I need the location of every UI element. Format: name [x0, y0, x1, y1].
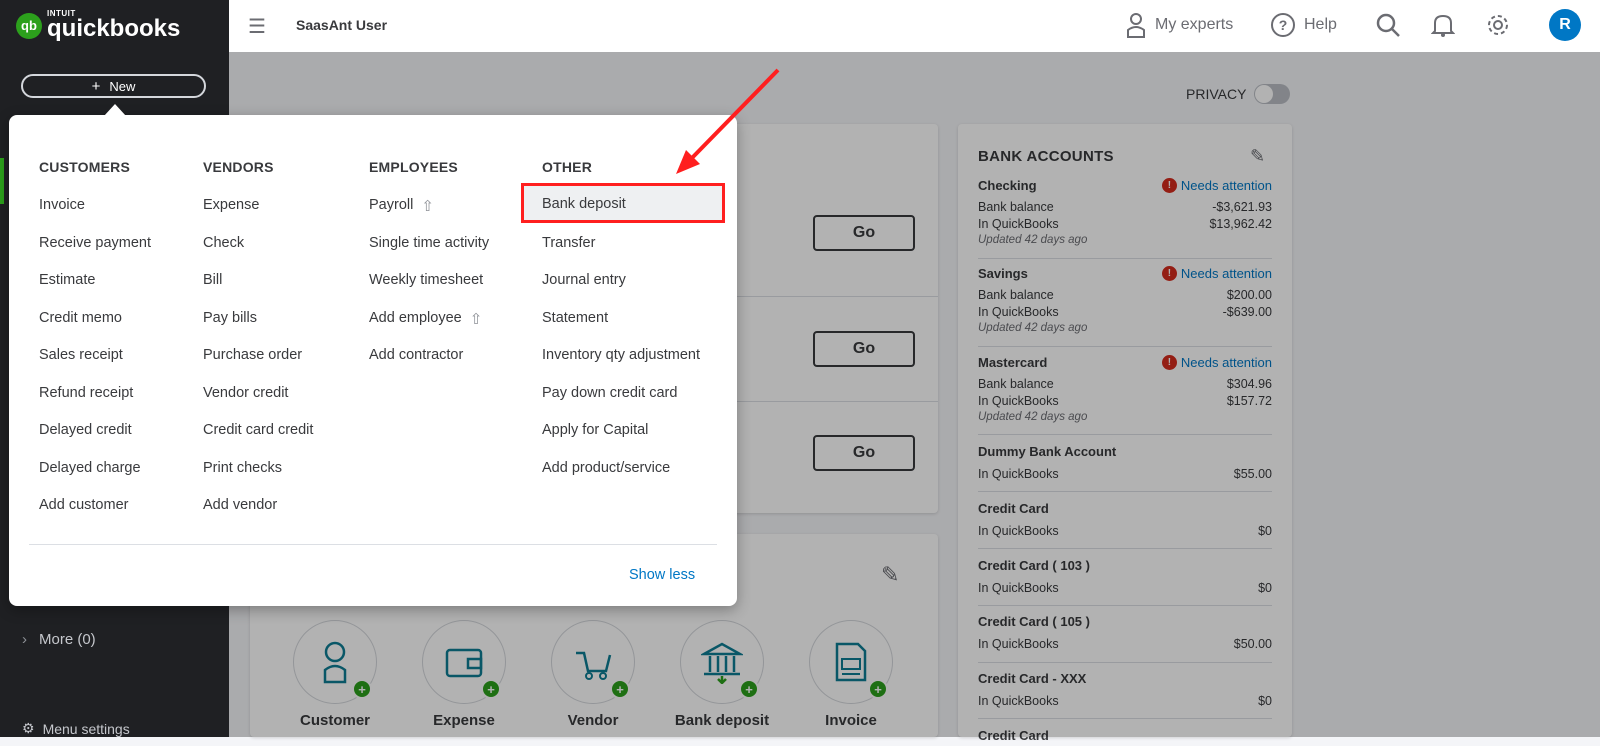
menu-pointer-caret [104, 104, 126, 116]
menu-item-transfer[interactable]: Transfer [542, 235, 700, 273]
menu-item-credit-memo[interactable]: Credit memo [39, 310, 151, 348]
menu-item-journal-entry[interactable]: Journal entry [542, 272, 700, 310]
plus-icon: + [91, 77, 101, 95]
person-icon [1127, 13, 1145, 38]
my-experts-link[interactable]: My experts [1125, 12, 1233, 38]
sidebar-item-menu-settings[interactable]: ⚙ Menu settings [22, 720, 130, 737]
quickbooks-logo[interactable]: qb INTUIT quickbooks [16, 10, 180, 41]
help-button[interactable]: ? Help [1270, 12, 1337, 38]
sidebar-item-more-label: More (0) [39, 631, 96, 648]
column-header: OTHER [542, 159, 592, 175]
menu-item-refund-receipt[interactable]: Refund receipt [39, 385, 151, 423]
menu-item-invoice[interactable]: Invoice [39, 197, 151, 235]
menu-item-add-product-service[interactable]: Add product/service [542, 460, 700, 498]
menu-item-credit-card-credit[interactable]: Credit card credit [203, 422, 313, 460]
settings-button[interactable] [1485, 12, 1511, 38]
column-header: CUSTOMERS [39, 159, 130, 175]
column-header: EMPLOYEES [369, 159, 458, 175]
menu-item-single-time-activity[interactable]: Single time activity [369, 235, 489, 273]
menu-item-delayed-credit[interactable]: Delayed credit [39, 422, 151, 460]
menu-settings-label: Menu settings [42, 720, 130, 737]
show-less-link[interactable]: Show less [629, 567, 695, 583]
bell-icon [1431, 14, 1455, 37]
menu-item-receive-payment[interactable]: Receive payment [39, 235, 151, 273]
chevron-right-icon: › [22, 631, 27, 648]
notifications-button[interactable] [1431, 12, 1455, 38]
menu-column-vendors: VENDORS Expense Check Bill Pay bills Pur… [203, 159, 313, 535]
gear-icon [1488, 15, 1508, 35]
menu-column-employees: EMPLOYEES Payroll ⇧ Single time activity … [369, 159, 489, 385]
gear-icon: ⚙ [22, 720, 35, 736]
menu-item-add-vendor[interactable]: Add vendor [203, 497, 313, 535]
menu-item-expense[interactable]: Expense [203, 197, 313, 235]
help-label: Help [1304, 16, 1337, 33]
menu-column-customers: CUSTOMERS Invoice Receive payment Estima… [39, 159, 151, 535]
menu-item-statement[interactable]: Statement [542, 310, 700, 348]
help-icon: ? [1271, 13, 1295, 37]
menu-item-estimate[interactable]: Estimate [39, 272, 151, 310]
collapse-menu-icon[interactable]: ☰ [248, 14, 266, 39]
menu-item-vendor-credit[interactable]: Vendor credit [203, 385, 313, 423]
menu-item-sales-receipt[interactable]: Sales receipt [39, 347, 151, 385]
menu-item-add-contractor[interactable]: Add contractor [369, 347, 489, 385]
menu-item-pay-bills[interactable]: Pay bills [203, 310, 313, 348]
column-header: VENDORS [203, 159, 274, 175]
menu-item-check[interactable]: Check [203, 235, 313, 273]
menu-divider [29, 544, 717, 545]
search-icon [1376, 13, 1400, 37]
quickbooks-wordmark: quickbooks [47, 15, 181, 42]
my-experts-label: My experts [1155, 16, 1234, 33]
menu-item-print-checks[interactable]: Print checks [203, 460, 313, 498]
avatar[interactable]: R [1549, 9, 1581, 41]
svg-text:?: ? [1279, 17, 1288, 33]
menu-item-purchase-order[interactable]: Purchase order [203, 347, 313, 385]
new-button[interactable]: + New [21, 74, 206, 98]
qb-logo-icon: qb [16, 12, 42, 39]
top-bar: ☰ SaasAnt User My experts ? Help R [229, 0, 1600, 52]
menu-item-inventory-qty-adjustment[interactable]: Inventory qty adjustment [542, 347, 700, 385]
upgrade-arrow-icon: ⇧ [421, 198, 434, 215]
menu-item-pay-down-credit-card[interactable]: Pay down credit card [542, 385, 700, 423]
menu-item-bill[interactable]: Bill [203, 272, 313, 310]
menu-item-weekly-timesheet[interactable]: Weekly timesheet [369, 272, 489, 310]
active-nav-indicator [0, 158, 4, 204]
company-name: SaasAnt User [296, 17, 388, 33]
menu-item-bank-deposit[interactable]: Bank deposit [542, 196, 626, 212]
menu-item-add-customer[interactable]: Add customer [39, 497, 151, 535]
upgrade-arrow-icon: ⇧ [469, 310, 483, 328]
menu-item-apply-for-capital[interactable]: Apply for Capital [542, 422, 700, 460]
menu-item-add-employee[interactable]: Add employee ⇧ [369, 310, 489, 348]
menu-item-delayed-charge[interactable]: Delayed charge [39, 460, 151, 498]
new-button-label: New [109, 78, 136, 94]
search-button[interactable] [1375, 12, 1401, 38]
sidebar-item-more[interactable]: › More (0) [22, 631, 96, 648]
menu-item-payroll[interactable]: Payroll ⇧ [369, 197, 489, 235]
